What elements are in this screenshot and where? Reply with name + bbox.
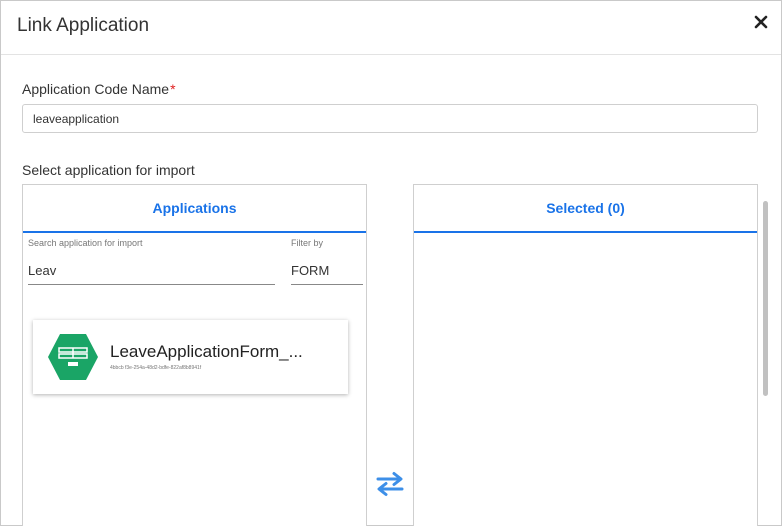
search-label: Search application for import: [28, 238, 143, 248]
scrollbar[interactable]: [763, 201, 768, 396]
tab-applications[interactable]: Applications: [23, 185, 366, 233]
application-id: 4bbcb f3e-254a-48d2-bdfe-822af8b8941f: [110, 365, 202, 371]
link-application-dialog: Link Application Application Code Name* …: [0, 0, 782, 526]
application-name: LeaveApplicationForm_...: [110, 342, 303, 361]
code-name-label: Application Code Name*: [22, 81, 176, 97]
code-name-input[interactable]: [22, 104, 758, 133]
filter-input[interactable]: [291, 248, 363, 285]
code-name-label-text: Application Code Name: [22, 81, 170, 97]
tab-selected[interactable]: Selected (0): [414, 185, 757, 233]
application-card[interactable]: LeaveApplicationForm_... 4bbcb f3e-254a-…: [33, 320, 348, 394]
import-section-label: Select application for import: [22, 162, 195, 178]
dialog-title: Link Application: [17, 15, 150, 36]
swap-arrows-icon[interactable]: [375, 471, 405, 497]
selected-panel: Selected (0): [413, 184, 758, 526]
required-mark: *: [170, 81, 176, 97]
applications-panel: Applications Search application for impo…: [22, 184, 367, 526]
header-divider: [1, 54, 781, 55]
search-input[interactable]: [28, 248, 275, 285]
close-icon[interactable]: [751, 11, 771, 33]
form-hexagon-icon: [48, 334, 98, 380]
search-field: Search application for import: [28, 238, 275, 285]
filter-label: Filter by: [291, 238, 324, 248]
filter-field: Filter by: [291, 238, 363, 285]
